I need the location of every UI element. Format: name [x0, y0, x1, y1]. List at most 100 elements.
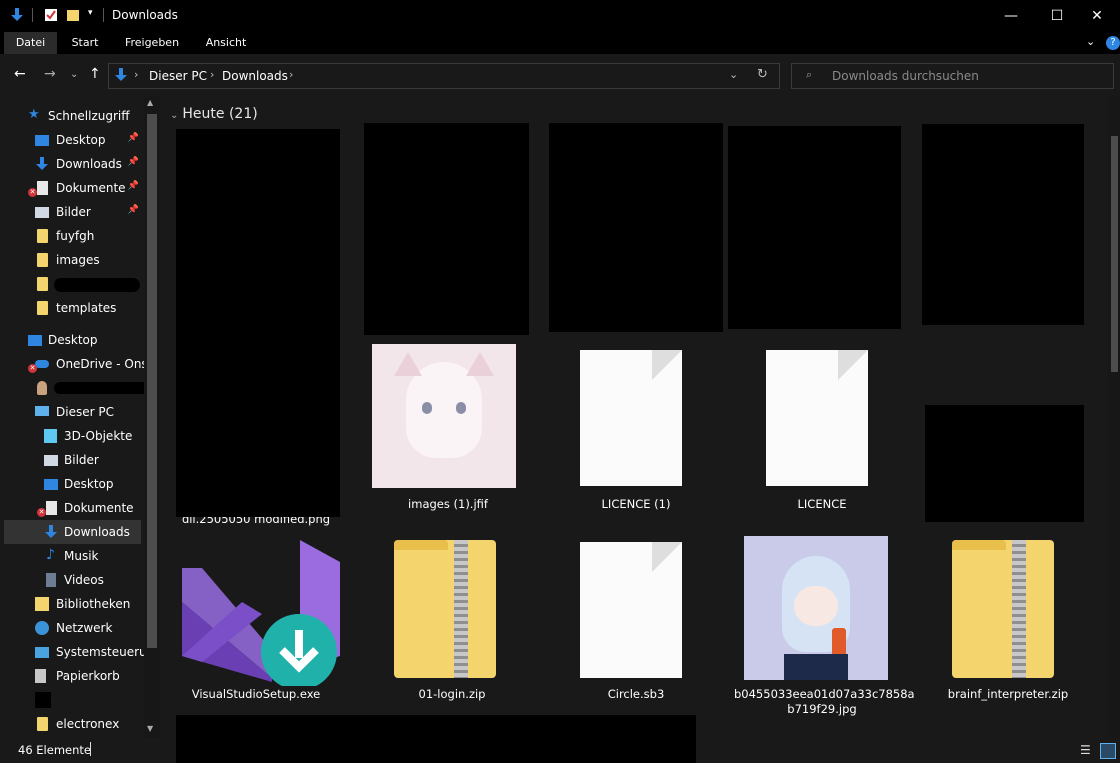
refresh-icon[interactable]: ↻: [757, 67, 768, 82]
sidebar-item-schnellzugriff[interactable]: ★ Schnellzugriff: [4, 104, 141, 128]
cube-icon: [44, 429, 57, 443]
sidebar-scroll-thumb[interactable]: [147, 114, 157, 648]
sidebar-item-images[interactable]: images: [4, 248, 141, 272]
large-icons-view-icon[interactable]: [1100, 743, 1116, 759]
file-tile[interactable]: images (1).jfif: [356, 342, 540, 522]
sidebar-item-bibliotheken[interactable]: Bibliotheken: [4, 592, 141, 616]
sidebar-item-label: Downloads: [64, 525, 130, 539]
sidebar-item-papierkorb[interactable]: Papierkorb: [4, 664, 141, 688]
music-note-icon: ♪: [46, 547, 55, 563]
file-tile[interactable]: Circle.sb3: [544, 528, 728, 708]
redacted-thumbnail[interactable]: [925, 405, 1084, 522]
navigation-pane: ★ Schnellzugriff Desktop 📌 Downloads 📌 ✕…: [0, 96, 162, 738]
sidebar-item-redacted-2[interactable]: [4, 688, 141, 712]
control-panel-icon: [35, 647, 49, 658]
document-icon: [46, 501, 57, 515]
redacted-thumbnail[interactable]: [176, 715, 696, 738]
up-button[interactable]: ↑: [89, 66, 101, 82]
desktop-icon: [28, 335, 42, 346]
file-tile[interactable]: b0455033eea01d07a33c7858a b719f29.jpg: [730, 528, 915, 728]
tab-freigeben[interactable]: Freigeben: [118, 32, 186, 54]
sidebar-item-bilder-quick[interactable]: Bilder 📌: [4, 200, 141, 224]
tab-start[interactable]: Start: [62, 32, 108, 54]
file-tile[interactable]: brainf_interpreter.zip: [916, 528, 1100, 708]
sidebar-item-desktop-pc[interactable]: Desktop: [4, 472, 141, 496]
breadcrumb-dieser-pc[interactable]: Dieser PC: [149, 69, 207, 83]
sidebar-scrollbar[interactable]: ▲ ▼: [144, 96, 160, 738]
expand-ribbon-icon[interactable]: ⌄: [1086, 35, 1095, 48]
redacted-thumbnail: [176, 738, 696, 763]
folder-icon: [37, 277, 48, 291]
content-scrollbar[interactable]: [1108, 96, 1120, 738]
forward-button[interactable]: →: [44, 66, 56, 82]
recycle-bin-icon: [35, 669, 46, 683]
computer-icon: [35, 406, 49, 416]
file-tile[interactable]: 01-login.zip: [360, 528, 544, 708]
sync-error-icon: ✕: [28, 188, 37, 197]
sidebar-item-netzwerk[interactable]: Netzwerk: [4, 616, 141, 640]
redacted-thumbnail[interactable]: [728, 126, 901, 329]
sidebar-item-dokumente[interactable]: ✕ Dokumente: [4, 496, 141, 520]
sidebar-item-musik[interactable]: ♪ Musik: [4, 544, 141, 568]
sidebar-item-templates[interactable]: templates: [4, 296, 141, 320]
file-name: b0455033eea01d07a33c7858a b719f29.jpg: [734, 687, 915, 716]
sidebar-item-3d-objekte[interactable]: 3D-Objekte: [4, 424, 141, 448]
back-button[interactable]: ←: [14, 66, 26, 82]
tab-ansicht[interactable]: Ansicht: [198, 32, 254, 54]
recent-locations-icon[interactable]: ⌄: [70, 69, 78, 80]
file-tile[interactable]: VisualStudioSetup.exe: [174, 528, 360, 708]
file-tile[interactable]: dll.2505050 modified.png: [164, 129, 350, 526]
breadcrumb-separator-icon: ›: [289, 68, 294, 81]
anime-image-thumbnail: [744, 536, 888, 680]
help-icon[interactable]: ?: [1106, 36, 1120, 50]
quick-access-dropdown-icon[interactable]: ▾: [88, 8, 93, 18]
file-tile[interactable]: LICENCE (1): [544, 342, 728, 522]
download-arrow-icon: [45, 525, 57, 538]
sidebar-item-redacted[interactable]: [4, 272, 141, 296]
breadcrumb-separator-icon: ›: [210, 68, 215, 81]
sidebar-item-systemsteuerung[interactable]: Systemsteuerung: [4, 640, 162, 664]
scroll-up-icon[interactable]: ▲: [147, 98, 153, 107]
sidebar-item-electronex[interactable]: electronex: [4, 712, 141, 736]
redacted-thumbnail[interactable]: [922, 124, 1084, 325]
tab-datei[interactable]: Datei: [4, 32, 57, 54]
zip-folder-icon: [394, 540, 496, 678]
search-icon: ⌕: [806, 68, 813, 81]
sidebar-item-videos[interactable]: Videos: [4, 568, 141, 592]
navigation-row: ← → ⌄ ↑ › Dieser PC › Downloads › ⌄ ↻ ⌕ …: [0, 54, 1120, 96]
content-scroll-thumb[interactable]: [1111, 136, 1118, 372]
redacted-icon: [35, 692, 51, 708]
sidebar-item-bilder[interactable]: Bilder: [4, 448, 141, 472]
sidebar-item-dokumente-quick[interactable]: ✕ Dokumente 📌: [4, 176, 141, 200]
status-bar: 46 Elemente ☰: [0, 738, 1120, 763]
sync-error-icon: ✕: [37, 508, 46, 517]
sidebar-item-dieser-pc[interactable]: Dieser PC: [4, 400, 141, 424]
group-header[interactable]: ⌄ Heute (21): [170, 106, 258, 122]
address-dropdown-icon[interactable]: ⌄: [729, 68, 738, 81]
file-tile[interactable]: LICENCE: [730, 342, 914, 522]
redacted-thumbnail[interactable]: [364, 123, 529, 335]
scroll-down-icon[interactable]: ▼: [147, 724, 153, 733]
sidebar-item-label: Desktop: [56, 133, 106, 147]
close-button[interactable]: ✕: [1074, 0, 1120, 32]
sidebar-item-label: Netzwerk: [56, 621, 113, 635]
anime-image-thumbnail: [372, 344, 516, 488]
new-folder-icon[interactable]: [66, 8, 80, 22]
sidebar-item-fuyfgh[interactable]: fuyfgh: [4, 224, 141, 248]
sidebar-item-onedrive[interactable]: ✕ OneDrive - Onsl: [4, 352, 151, 376]
sidebar-item-user[interactable]: [4, 376, 148, 400]
properties-icon[interactable]: [44, 8, 58, 22]
breadcrumb-downloads[interactable]: Downloads: [222, 69, 288, 83]
address-bar[interactable]: › Dieser PC › Downloads › ⌄ ↻: [108, 63, 780, 89]
redacted-thumbnail[interactable]: [549, 123, 723, 332]
sidebar-item-desktop-quick[interactable]: Desktop 📌: [4, 128, 141, 152]
generic-file-icon: [766, 350, 868, 486]
sidebar-item-label: Downloads: [56, 157, 122, 171]
sidebar-item-desktop[interactable]: Desktop: [4, 328, 141, 352]
search-input[interactable]: ⌕ Downloads durchsuchen: [791, 63, 1114, 89]
sidebar-item-downloads-quick[interactable]: Downloads 📌: [4, 152, 141, 176]
sidebar-item-label: fuyfgh: [56, 229, 95, 243]
sidebar-item-downloads[interactable]: Downloads: [4, 520, 141, 544]
minimize-button[interactable]: —: [988, 0, 1034, 32]
details-view-icon[interactable]: ☰: [1080, 743, 1091, 757]
